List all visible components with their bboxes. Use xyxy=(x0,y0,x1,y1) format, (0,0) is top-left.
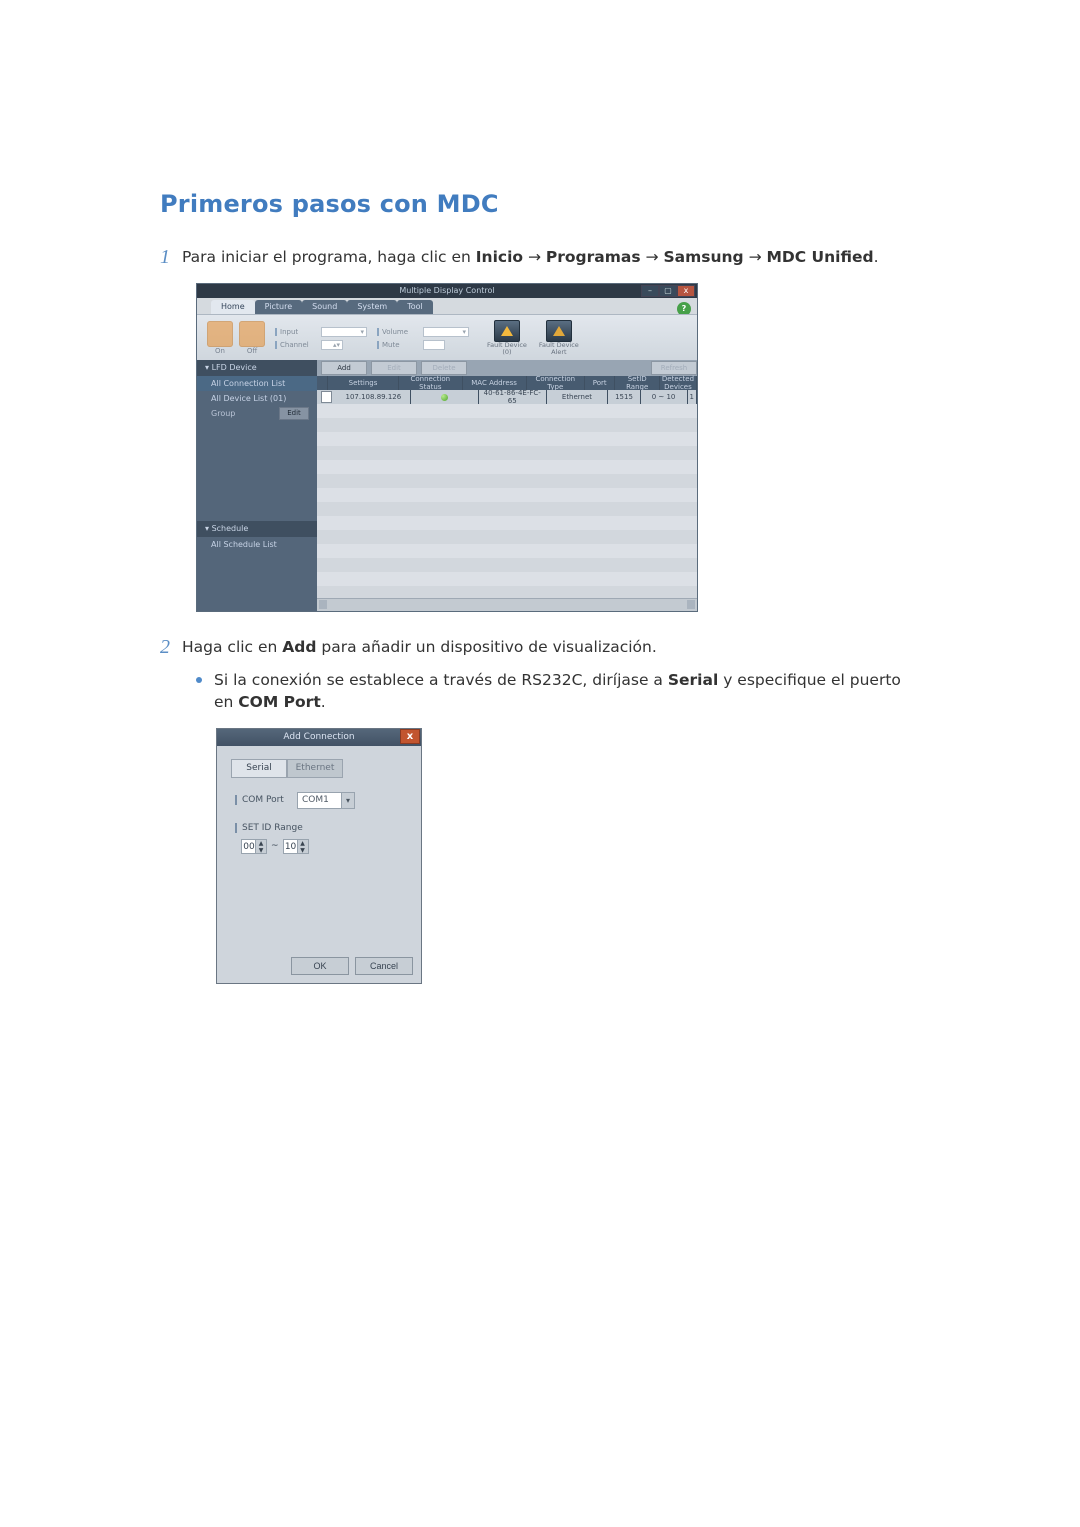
window-controls: – ▢ x xyxy=(641,285,695,297)
col-detected: Detected Devices xyxy=(660,376,697,390)
tab-home[interactable]: Home xyxy=(211,300,255,314)
table-row[interactable]: 107.108.89.126 40-61-86-4E-FC-65 Etherne… xyxy=(317,390,697,404)
setid-range: 00 ▲▼ ~ 10 ▲▼ xyxy=(241,839,309,854)
ribbon: On Off Input▾ Channel▴▾ Volume▾ Mute Fau… xyxy=(197,314,697,362)
tab-serial[interactable]: Serial xyxy=(231,759,287,778)
dialog-title: Add Connection xyxy=(217,729,421,746)
main-tabs: Home Picture Sound System Tool xyxy=(211,300,433,314)
fault-alert-icon[interactable] xyxy=(546,320,572,342)
row-checkbox[interactable] xyxy=(321,391,332,403)
col-connstat: Connection Status xyxy=(399,376,463,390)
list-toolbar: Add Edit Delete Refresh xyxy=(317,360,697,376)
edit-button[interactable]: Edit xyxy=(371,361,417,375)
mute-label: Mute xyxy=(377,341,420,349)
col-settings: Settings xyxy=(328,376,399,390)
bullet-item: Si la conexión se establece a través de … xyxy=(196,669,920,714)
cancel-button[interactable]: Cancel xyxy=(355,957,413,975)
group-edit-button[interactable]: Edit xyxy=(279,407,309,420)
page: Primeros pasos con MDC 1 Para iniciar el… xyxy=(0,0,1080,1527)
comport-label: COM Port xyxy=(235,795,284,805)
add-connection-dialog: Add Connection x Serial Ethernet COM Por… xyxy=(216,728,422,984)
fault-device-icon[interactable] xyxy=(494,320,520,342)
window-title: Multiple Display Control xyxy=(197,284,697,298)
table-header: Settings Connection Status MAC Address C… xyxy=(317,376,697,390)
volume-label: Volume xyxy=(377,328,420,336)
dialog-tabs: Serial Ethernet xyxy=(231,759,343,778)
mdc-window: Multiple Display Control – ▢ x ? Home Pi… xyxy=(196,283,698,612)
col-port: Port xyxy=(585,376,615,390)
setid-from-stepper[interactable]: 00 ▲▼ xyxy=(241,839,267,854)
channel-label: Channel xyxy=(275,341,318,349)
delete-button[interactable]: Delete xyxy=(421,361,467,375)
input-panel: Input▾ Channel▴▾ xyxy=(275,315,367,361)
volume-panel: Volume▾ Mute xyxy=(377,315,469,361)
bullet-list: Si la conexión se establece a través de … xyxy=(196,669,920,714)
col-conntype: Connection Type xyxy=(527,376,586,390)
sidebar-item-alldev[interactable]: All Device List (01) xyxy=(197,391,317,406)
sidebar-group-label: Group xyxy=(211,409,235,418)
ok-button[interactable]: OK xyxy=(291,957,349,975)
horizontal-scrollbar[interactable] xyxy=(317,598,697,611)
sidebar-item-allsched[interactable]: All Schedule List xyxy=(197,537,317,552)
page-title: Primeros pasos con MDC xyxy=(160,190,920,218)
close-button[interactable]: x xyxy=(677,285,695,297)
comport-select[interactable]: COM1 ▾ xyxy=(297,792,355,809)
tab-system[interactable]: System xyxy=(347,300,397,314)
setid-label: SET ID Range xyxy=(235,823,303,833)
power-on-icon[interactable] xyxy=(207,321,233,347)
sidebar-group-row: Group Edit xyxy=(197,406,317,421)
step-2: 2 Haga clic en Add para añadir un dispos… xyxy=(160,636,920,659)
col-mac: MAC Address xyxy=(463,376,527,390)
status-dot-icon xyxy=(441,394,448,401)
input-label: Input xyxy=(275,328,318,336)
sidebar-hdr-schedule[interactable]: Schedule xyxy=(197,521,317,537)
step-1-number: 1 xyxy=(160,246,182,269)
input-select[interactable]: ▾ xyxy=(321,327,367,337)
step-2-text: Haga clic en Add para añadir un disposit… xyxy=(182,636,920,658)
channel-stepper[interactable]: ▴▾ xyxy=(321,340,343,350)
tab-picture[interactable]: Picture xyxy=(255,300,303,314)
maximize-button[interactable]: ▢ xyxy=(659,285,677,297)
add-button[interactable]: Add xyxy=(321,361,367,375)
step-2-number: 2 xyxy=(160,636,182,659)
minimize-button[interactable]: – xyxy=(641,285,659,297)
power-off-icon[interactable] xyxy=(239,321,265,347)
power-icons: On Off xyxy=(207,321,265,355)
tab-sound[interactable]: Sound xyxy=(302,300,347,314)
dialog-buttons: OK Cancel xyxy=(291,957,413,975)
setid-to-stepper[interactable]: 10 ▲▼ xyxy=(283,839,309,854)
volume-stepper[interactable]: ▾ xyxy=(423,327,469,337)
sidebar-hdr-lfd[interactable]: LFD Device xyxy=(197,360,317,376)
tab-ethernet[interactable]: Ethernet xyxy=(287,759,343,778)
step-1-text: Para iniciar el programa, haga clic en I… xyxy=(182,246,920,268)
sidebar-item-allconn[interactable]: All Connection List xyxy=(197,376,317,391)
tab-tool[interactable]: Tool xyxy=(397,300,433,314)
mute-toggle[interactable] xyxy=(423,340,445,350)
bullet-dot-icon xyxy=(196,677,202,683)
table-body-empty xyxy=(317,404,697,599)
sidebar: LFD Device All Connection List All Devic… xyxy=(197,360,317,611)
dialog-close-button[interactable]: x xyxy=(400,729,420,744)
col-setid: SetID Range xyxy=(615,376,659,390)
refresh-button[interactable]: Refresh xyxy=(651,361,697,375)
fault-panel: Fault Device (0) Fault Device Alert xyxy=(487,320,579,356)
step-1: 1 Para iniciar el programa, haga clic en… xyxy=(160,246,920,269)
chevron-down-icon: ▾ xyxy=(341,793,354,808)
